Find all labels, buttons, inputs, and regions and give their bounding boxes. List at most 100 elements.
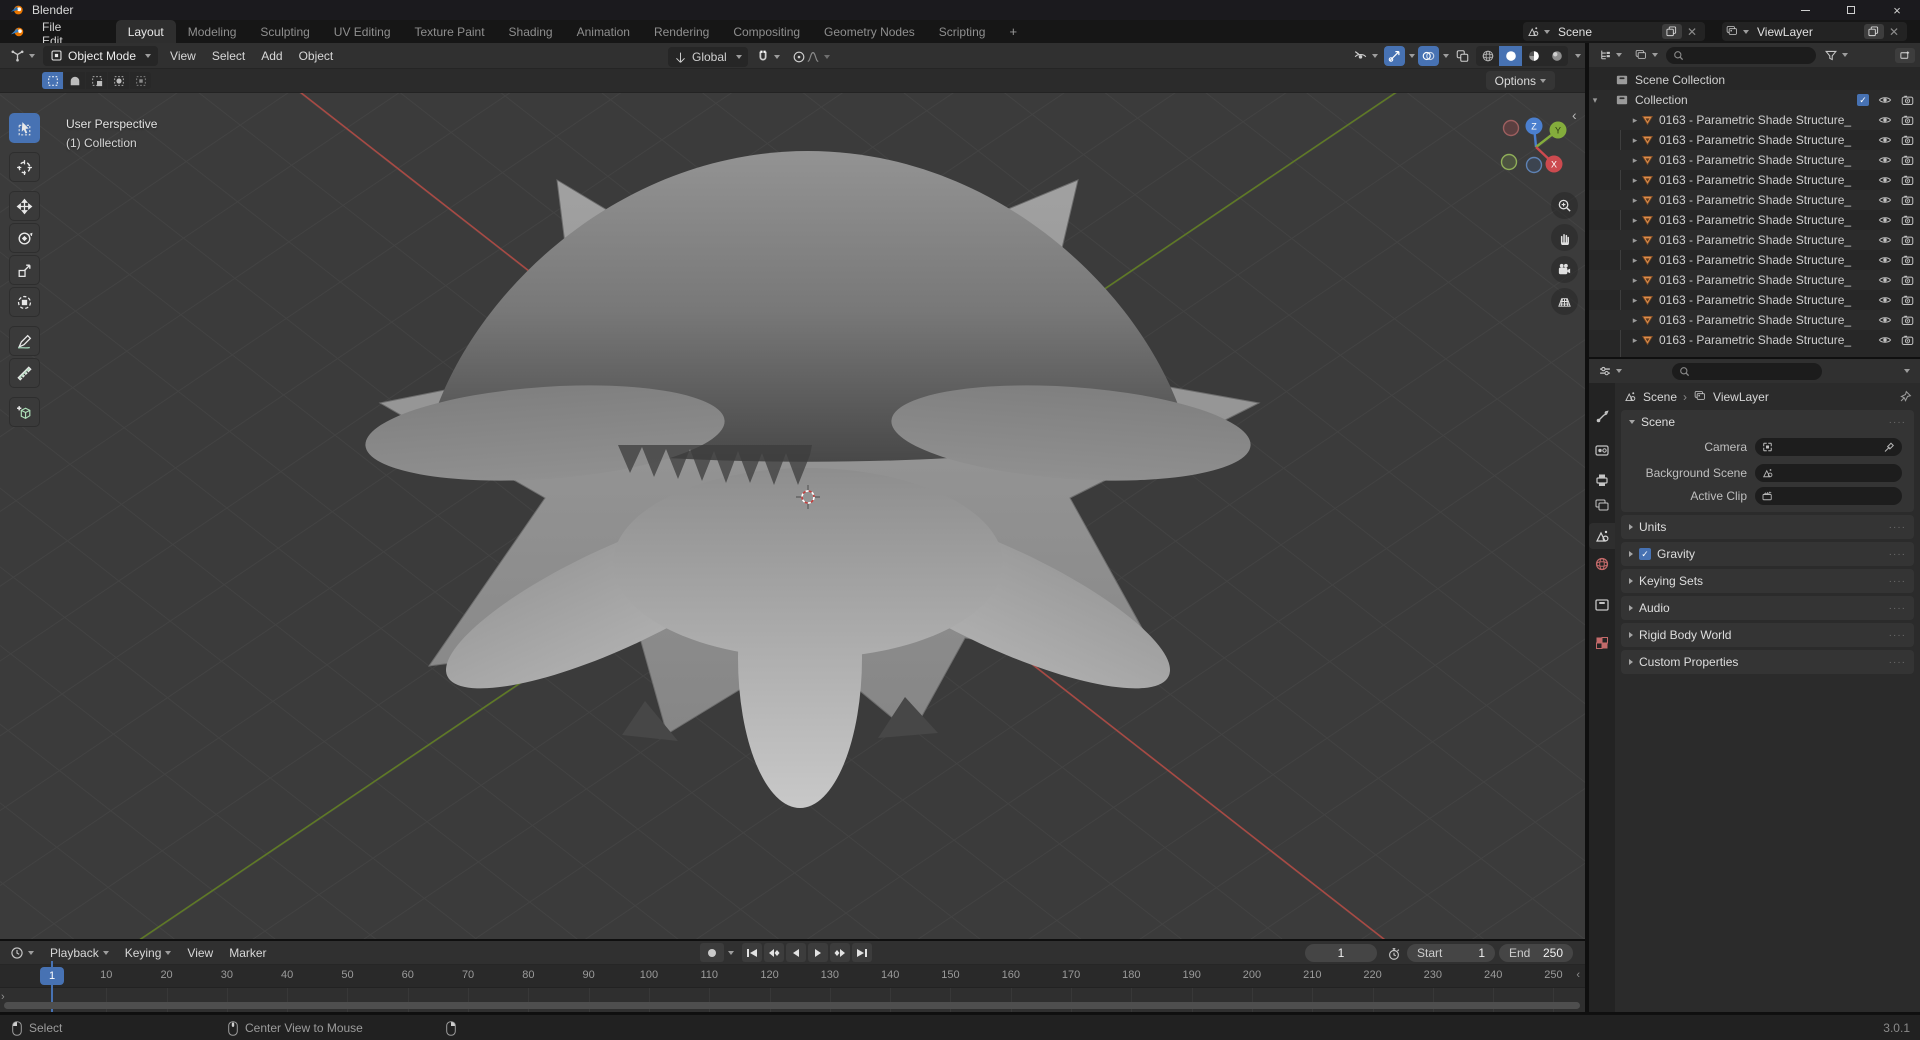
tool-move-button[interactable]: [9, 191, 40, 221]
timeline-ruler[interactable]: 10 20 30 40 50 60 70 80 90 100 110 120 130 140 150 160 1…: [0, 965, 1585, 988]
expand-icon[interactable]: ▸: [1629, 195, 1641, 206]
outliner-row-object[interactable]: ▸ 0163 - Parametric Shade Structure_: [1589, 250, 1920, 270]
current-frame-field[interactable]: 1: [1305, 944, 1377, 962]
select-mode-extend[interactable]: [64, 72, 85, 89]
collapse-icon[interactable]: ▾: [1589, 95, 1601, 106]
properties-tab-tool[interactable]: [1589, 403, 1615, 429]
hide-viewport-icon[interactable]: [1878, 214, 1892, 226]
tool-annotate-button[interactable]: [9, 326, 40, 356]
hide-viewport-icon[interactable]: [1878, 274, 1892, 286]
viewlayer-name[interactable]: ViewLayer: [1749, 25, 1821, 39]
display-mode-button[interactable]: [1630, 44, 1662, 66]
outliner-row-object[interactable]: ▸ 0163 - Parametric Shade Structure_: [1589, 290, 1920, 310]
timeline-menu-playback[interactable]: Playback: [42, 946, 117, 960]
outliner-row-object[interactable]: ▸ 0163 - Parametric Shade Structure_: [1589, 330, 1920, 350]
expand-icon[interactable]: ▸: [1629, 335, 1641, 346]
panel-header-gravity[interactable]: ✓ Gravity ····: [1621, 542, 1914, 566]
close-button[interactable]: ×: [1874, 0, 1920, 20]
panel-header-keying-sets[interactable]: Keying Sets ····: [1621, 569, 1914, 593]
tool-measure-button[interactable]: [9, 358, 40, 388]
ruler-scroll-arrow[interactable]: ‹: [1576, 969, 1580, 981]
tab-modeling[interactable]: Modeling: [176, 20, 249, 43]
select-mode-set[interactable]: [42, 72, 63, 89]
show-object-types-dropdown[interactable]: [1350, 46, 1381, 66]
expand-icon[interactable]: ▸: [1629, 115, 1641, 126]
expand-icon[interactable]: ▸: [1629, 275, 1641, 286]
panel-grip[interactable]: ····: [1889, 522, 1906, 533]
pan-hand-button[interactable]: [1551, 224, 1578, 251]
select-mode-intersect[interactable]: [130, 72, 151, 89]
viewport-menu-object[interactable]: Object: [291, 49, 342, 63]
panel-header-units[interactable]: Units ····: [1621, 515, 1914, 539]
disable-render-icon[interactable]: [1901, 334, 1914, 346]
tool-rotate-button[interactable]: [9, 223, 40, 253]
expand-icon[interactable]: ▸: [1629, 295, 1641, 306]
tab-rendering[interactable]: Rendering: [642, 20, 721, 43]
unlink-scene-button[interactable]: ✕: [1682, 25, 1702, 39]
properties-search-input[interactable]: [1672, 362, 1822, 380]
background-scene-field[interactable]: [1755, 464, 1902, 482]
tool-select-box-button[interactable]: [9, 113, 40, 143]
filter-button[interactable]: [1820, 44, 1852, 66]
tab-animation[interactable]: Animation: [565, 20, 642, 43]
play-button[interactable]: [808, 943, 828, 962]
tab-texture-paint[interactable]: Texture Paint: [403, 20, 497, 43]
disable-render-icon[interactable]: [1901, 174, 1914, 186]
play-reverse-button[interactable]: [786, 943, 806, 962]
disable-render-icon[interactable]: [1901, 114, 1914, 126]
next-keyframe-button[interactable]: [830, 943, 850, 962]
outliner-row-object[interactable]: ▸ 0163 - Parametric Shade Structure_: [1589, 190, 1920, 210]
hide-viewport-icon[interactable]: [1878, 294, 1892, 306]
panel-grip[interactable]: ····: [1889, 576, 1906, 587]
zoom-button[interactable]: [1551, 192, 1578, 219]
timeline-scrollbar[interactable]: [4, 1002, 1580, 1009]
tool-add-cube-button[interactable]: [9, 397, 40, 427]
breadcrumb-viewlayer[interactable]: ViewLayer: [1713, 390, 1769, 404]
remove-viewlayer-button[interactable]: ✕: [1884, 25, 1904, 39]
tab-geometry-nodes[interactable]: Geometry Nodes: [812, 20, 927, 43]
options-dropdown[interactable]: Options: [1485, 71, 1555, 90]
viewport-menu-select[interactable]: Select: [204, 49, 253, 63]
panel-header-audio[interactable]: Audio ····: [1621, 596, 1914, 620]
expand-icon[interactable]: ▸: [1629, 215, 1641, 226]
breadcrumb-scene[interactable]: Scene: [1643, 390, 1677, 404]
frame-start-field[interactable]: Start 1: [1407, 944, 1495, 962]
outliner-row-object[interactable]: ▸ 0163 - Parametric Shade Structure_: [1589, 130, 1920, 150]
panel-grip[interactable]: ····: [1889, 417, 1906, 428]
outliner-search-input[interactable]: [1666, 46, 1816, 64]
outliner-row-collection[interactable]: ▾ Collection ✓: [1589, 90, 1920, 110]
editor-type-button[interactable]: [1594, 44, 1626, 66]
panel-header-custom-properties[interactable]: Custom Properties ····: [1621, 650, 1914, 674]
shading-rendered-button[interactable]: [1545, 46, 1568, 66]
tab-layout[interactable]: Layout: [115, 20, 176, 43]
expand-icon[interactable]: ▸: [1629, 255, 1641, 266]
editor-type-button[interactable]: [6, 942, 38, 964]
hide-viewport-icon[interactable]: [1878, 194, 1892, 206]
outliner-row-object[interactable]: ▸ 0163 - Parametric Shade Structure_: [1589, 170, 1920, 190]
current-frame-indicator[interactable]: 1: [40, 967, 64, 985]
outliner-row-object[interactable]: ▸ 0163 - Parametric Shade Structure_: [1589, 310, 1920, 330]
new-scene-button[interactable]: [1661, 24, 1682, 39]
proportional-editing-toggle[interactable]: [788, 46, 834, 68]
sidebar-collapse-arrow[interactable]: ‹: [1572, 107, 1577, 123]
gravity-checkbox[interactable]: ✓: [1639, 548, 1651, 560]
axis-neg-z-handle[interactable]: [1525, 156, 1543, 174]
menu-file[interactable]: File: [33, 20, 94, 34]
expand-icon[interactable]: ▸: [1629, 155, 1641, 166]
properties-tab-output[interactable]: [1589, 467, 1615, 493]
blender-menu-button[interactable]: [0, 20, 33, 43]
tab-uv-editing[interactable]: UV Editing: [322, 20, 403, 43]
scene-selector[interactable]: Scene ✕: [1523, 22, 1705, 41]
new-viewlayer-button[interactable]: [1863, 24, 1884, 39]
viewlayer-selector[interactable]: ViewLayer ✕: [1722, 22, 1907, 41]
disable-render-icon[interactable]: [1901, 234, 1914, 246]
outliner-row-object[interactable]: ▸ 0163 - Parametric Shade Structure_: [1589, 110, 1920, 130]
camera-view-button[interactable]: [1551, 256, 1578, 283]
disable-render-icon[interactable]: [1901, 94, 1914, 106]
xray-toggle[interactable]: [1452, 46, 1473, 66]
transform-orientation-dropdown[interactable]: Global: [668, 47, 748, 67]
active-clip-field[interactable]: [1755, 487, 1902, 505]
timeline-menu-keying[interactable]: Keying: [117, 946, 180, 960]
expand-icon[interactable]: ▸: [1629, 135, 1641, 146]
expand-icon[interactable]: ▸: [1629, 315, 1641, 326]
